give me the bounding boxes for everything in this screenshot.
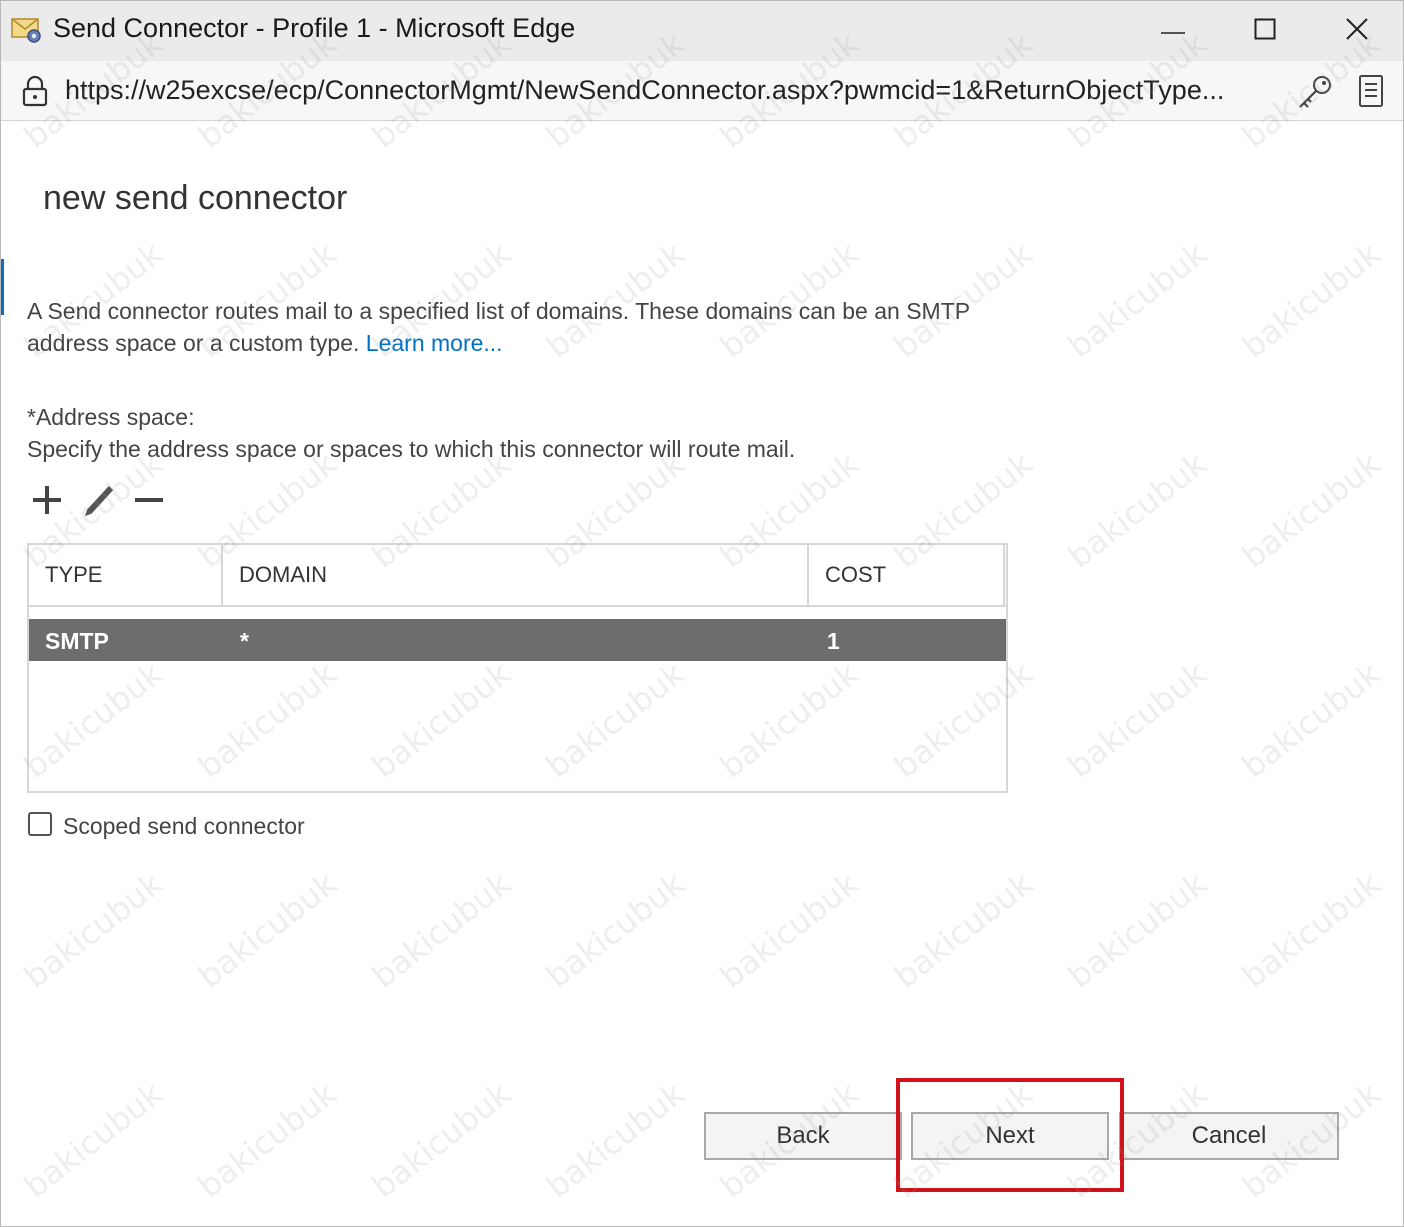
- watermark-text: bakicubuk: [16, 1074, 170, 1206]
- title-bar: Send Connector - Profile 1 - Microsoft E…: [1, 1, 1403, 61]
- close-icon: [1345, 17, 1369, 46]
- page-icon[interactable]: [1355, 73, 1387, 111]
- watermark-text: bakicubuk: [1060, 444, 1214, 576]
- next-button[interactable]: Next: [911, 1112, 1109, 1160]
- watermark-text: bakicubuk: [1060, 654, 1214, 786]
- table-header: TYPE DOMAIN COST: [29, 545, 1006, 607]
- cancel-button[interactable]: Cancel: [1119, 1112, 1339, 1160]
- watermark-text: bakicubuk: [1234, 444, 1388, 576]
- mail-gear-icon: [11, 15, 43, 45]
- remove-button[interactable]: [129, 483, 169, 521]
- watermark-text: bakicubuk: [886, 864, 1040, 996]
- close-button[interactable]: [1327, 7, 1387, 55]
- plus-icon: [30, 483, 64, 522]
- lock-icon[interactable]: [21, 75, 49, 107]
- window-title: Send Connector - Profile 1 - Microsoft E…: [53, 13, 576, 43]
- watermark-text: bakicubuk: [364, 1074, 518, 1206]
- address-space-label: *Address space:: [27, 404, 195, 430]
- scoped-send-connector-label[interactable]: Scoped send connector: [63, 813, 305, 840]
- scoped-send-connector-checkbox[interactable]: [28, 812, 52, 836]
- watermark-text: bakicubuk: [364, 864, 518, 996]
- page-title: new send connector: [43, 179, 348, 217]
- left-edge-accent: [1, 259, 4, 315]
- maximize-icon: [1254, 18, 1276, 45]
- intro-text: A Send connector routes mail to a specif…: [27, 295, 1027, 359]
- maximize-button[interactable]: [1235, 7, 1295, 55]
- watermark-text: bakicubuk: [1234, 654, 1388, 786]
- back-button[interactable]: Back: [704, 1112, 902, 1160]
- watermark-text: bakicubuk: [1234, 234, 1388, 366]
- pencil-icon: [81, 482, 117, 523]
- watermark-text: bakicubuk: [190, 864, 344, 996]
- cell-domain: *: [240, 628, 249, 654]
- cell-type: SMTP: [45, 628, 109, 654]
- table-row[interactable]: SMTP * 1: [29, 619, 1006, 661]
- key-icon[interactable]: [1295, 73, 1335, 111]
- address-bar: https://w25excse/ecp/ConnectorMgmt/NewSe…: [1, 61, 1403, 121]
- watermark-text: bakicubuk: [712, 864, 866, 996]
- minimize-icon: [1160, 22, 1186, 40]
- watermark-text: bakicubuk: [16, 864, 170, 996]
- watermark-text: bakicubuk: [538, 1074, 692, 1206]
- column-header-cost[interactable]: COST: [809, 545, 1005, 605]
- cell-cost: 1: [827, 628, 840, 654]
- url-field[interactable]: https://w25excse/ecp/ConnectorMgmt/NewSe…: [65, 75, 1275, 106]
- watermark-text: bakicubuk: [1060, 234, 1214, 366]
- learn-more-link[interactable]: Learn more...: [366, 330, 503, 356]
- browser-window: Send Connector - Profile 1 - Microsoft E…: [0, 0, 1404, 1227]
- add-button[interactable]: [27, 483, 67, 521]
- address-space-table: TYPE DOMAIN COST SMTP * 1: [27, 543, 1008, 793]
- column-header-type[interactable]: TYPE: [29, 545, 223, 605]
- watermark-text: bakicubuk: [1234, 864, 1388, 996]
- watermark-text: bakicubuk: [538, 864, 692, 996]
- minus-icon: [132, 483, 166, 522]
- watermark-text: bakicubuk: [190, 1074, 344, 1206]
- minimize-button[interactable]: [1143, 7, 1203, 55]
- address-space-description: Specify the address space or spaces to w…: [27, 436, 796, 462]
- column-header-domain[interactable]: DOMAIN: [223, 545, 809, 605]
- watermark-text: bakicubuk: [1060, 864, 1214, 996]
- edit-button[interactable]: [79, 483, 119, 521]
